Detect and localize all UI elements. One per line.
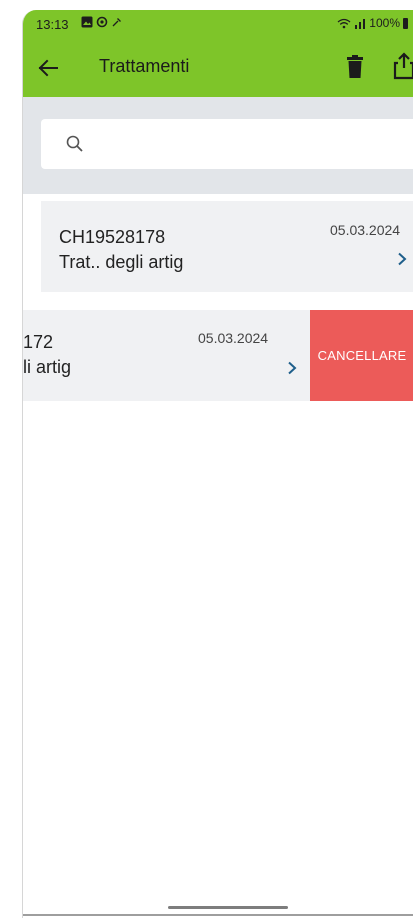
item-code: 172 — [23, 332, 54, 352]
chevron-right-icon — [398, 252, 407, 266]
arrow-back-icon[interactable] — [37, 57, 59, 79]
gallery-icon — [81, 16, 93, 28]
bottom-divider — [23, 914, 413, 916]
status-bar: 13:13 100% — [23, 10, 413, 38]
item-date: 05.03.2024 — [198, 330, 269, 346]
wifi-icon — [337, 18, 351, 28]
app-header: 13:13 100% Trattamenti — [23, 10, 413, 97]
chevron-right-icon — [288, 361, 297, 375]
search-input[interactable] — [95, 131, 409, 159]
item-description: li artig — [23, 357, 72, 377]
location-icon — [96, 16, 108, 28]
search-icon — [66, 135, 83, 152]
list-item-swiped[interactable]: 172 li artig 05.03.2024 — [23, 310, 311, 401]
phone-screen: 13:13 100% Trattamenti CH19528178 Trat..… — [22, 10, 413, 918]
page-title: Trattamenti — [99, 56, 190, 76]
delete-button[interactable]: CANCELLARE — [310, 310, 413, 401]
signal-icon — [355, 18, 366, 29]
battery-icon — [403, 17, 408, 29]
tools-icon — [112, 18, 121, 27]
search-area — [23, 97, 413, 194]
trash-icon[interactable] — [345, 55, 365, 79]
item-code: CH19528178 — [59, 227, 166, 247]
share-icon[interactable] — [392, 52, 413, 80]
toolbar: Trattamenti — [23, 38, 413, 97]
battery-percent: 100% — [369, 16, 400, 30]
status-right: 100% — [337, 16, 408, 30]
status-time: 13:13 — [36, 17, 69, 32]
gesture-bar[interactable] — [168, 906, 288, 909]
list-item[interactable]: CH19528178 Trat.. degli artig 05.03.2024 — [41, 201, 413, 292]
status-notification-icons — [81, 16, 123, 28]
item-description: Trat.. degli artig — [59, 252, 184, 272]
search-box[interactable] — [41, 119, 413, 169]
item-date: 05.03.2024 — [330, 222, 401, 238]
